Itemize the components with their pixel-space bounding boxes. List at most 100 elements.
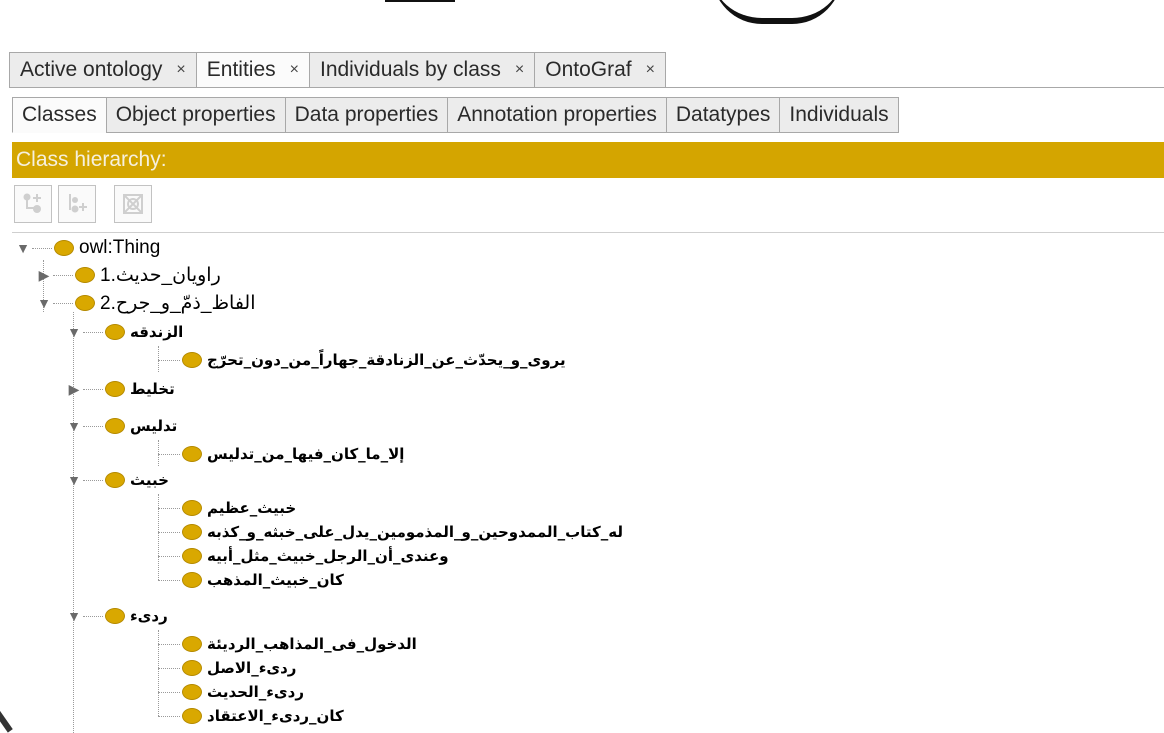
tree-node[interactable]: یروی_و_یحدّث_عن_الزنادقة_جهاراً_من_دون_ت…	[182, 348, 566, 372]
expand-arrow-icon[interactable]: ▼	[16, 240, 30, 256]
tree-connector	[83, 388, 103, 390]
expand-arrow-icon[interactable]: ▼	[67, 472, 81, 488]
tree-node[interactable]: ▶ 1.راویان_حدیث	[37, 263, 221, 287]
tab-individuals[interactable]: Individuals	[779, 97, 899, 133]
tree-node[interactable]: وعندی_أن_الرجل_خبیث_مثل_أبیه	[182, 544, 449, 568]
tree-guide	[73, 312, 74, 733]
tree-node-label: 1.راویان_حدیث	[100, 264, 221, 286]
tree-node[interactable]: ردیء_الحدیث	[182, 680, 304, 704]
tab-divider	[9, 87, 1164, 88]
class-icon	[105, 418, 125, 434]
close-icon[interactable]: ×	[515, 61, 524, 79]
tree-guide	[158, 494, 159, 580]
tree-node-label: یروی_و_یحدّث_عن_الزنادقة_جهاراً_من_دون_ت…	[207, 351, 566, 369]
collapse-arrow-icon[interactable]: ▶	[37, 267, 51, 284]
tree-node-label: ردیء_الحدیث	[207, 683, 305, 701]
tree-node[interactable]: ▼ تدلیس	[67, 414, 177, 438]
tree-connector	[158, 556, 180, 557]
delete-class-button[interactable]	[114, 185, 152, 223]
tree-connector	[158, 692, 180, 693]
collapse-arrow-icon[interactable]: ▶	[67, 381, 81, 398]
class-icon	[182, 660, 202, 676]
tree-node-label: ردیء	[130, 607, 168, 625]
tree-connector	[158, 532, 180, 533]
class-hierarchy-header: Class hierarchy:	[12, 142, 1164, 178]
tree-node[interactable]: خبیث_عظیم	[182, 496, 296, 520]
tree-connector	[158, 360, 180, 361]
tree-node[interactable]: له_کتاب_الممدوحین_و_المذمومین_یدل_علی_خب…	[182, 520, 623, 544]
tree-node[interactable]: ▼ ردیء	[67, 604, 168, 628]
close-icon[interactable]: ×	[290, 61, 299, 79]
page-artifacts	[0, 0, 1164, 40]
tree-node[interactable]: ▶ تخلیط	[67, 377, 175, 401]
tree-node-label: خبیث_عظیم	[207, 499, 297, 517]
tab-classes[interactable]: Classes	[12, 97, 107, 133]
tab-individuals-by-class[interactable]: Individuals by class ×	[308, 52, 536, 87]
class-icon	[182, 636, 202, 652]
tree-node[interactable]: ▼ الزندقه	[67, 320, 183, 344]
tree-node-label: تدلیس	[130, 417, 178, 435]
tree-connector	[83, 331, 103, 333]
class-icon	[54, 240, 74, 256]
tree-node-label: تخلیط	[130, 380, 175, 398]
entity-tab-bar: Classes Object properties Data propertie…	[12, 97, 899, 133]
tree-connector	[158, 716, 180, 717]
tab-active-ontology[interactable]: Active ontology ×	[9, 52, 197, 87]
class-icon	[182, 708, 202, 724]
tree-node-label: الدخول_فی_المذاهب_الردیئة	[207, 635, 417, 653]
tree-node[interactable]: الدخول_فی_المذاهب_الردیئة	[182, 632, 417, 656]
close-icon[interactable]: ×	[176, 61, 185, 79]
class-icon	[75, 267, 95, 283]
add-subclass-icon	[23, 193, 41, 213]
tree-connector	[83, 479, 103, 481]
class-icon	[182, 524, 202, 540]
tree-node-label: 2.الفاظ_ذمّ_و_جرح	[100, 292, 256, 314]
tree-connector	[158, 668, 180, 669]
toolbar-divider	[12, 232, 1164, 233]
scan-line	[385, 0, 455, 2]
tree-connector	[83, 615, 103, 617]
tree-node[interactable]: ردیء_الاصل	[182, 656, 296, 680]
tab-entities[interactable]: Entities ×	[195, 52, 310, 87]
tab-data-properties[interactable]: Data properties	[284, 97, 449, 133]
expand-arrow-icon[interactable]: ▼	[67, 324, 81, 340]
tree-node[interactable]: کان_خبیث_المذهب	[182, 568, 344, 592]
class-icon	[75, 295, 95, 311]
add-sibling-class-button[interactable]	[58, 185, 96, 223]
tree-node[interactable]: ▼ 2.الفاظ_ذمّ_و_جرح	[37, 291, 256, 315]
tree-node-label: خبیث	[130, 471, 169, 489]
add-sibling-class-icon	[69, 194, 87, 213]
expand-arrow-icon[interactable]: ▼	[67, 608, 81, 624]
tree-connector	[158, 580, 180, 581]
tree-node-label: کان_خبیث_المذهب	[207, 571, 344, 589]
tree-connector	[158, 644, 180, 645]
tree-guide	[158, 630, 159, 716]
class-icon	[182, 500, 202, 516]
tab-ontograf[interactable]: OntoGraf ×	[534, 52, 666, 87]
tree-node-label: الزندقه	[130, 323, 184, 341]
class-icon	[182, 684, 202, 700]
tree-node-label: وعندی_أن_الرجل_خبیث_مثل_أبیه	[207, 547, 449, 565]
tree-node-label: له_کتاب_الممدوحین_و_المذمومین_یدل_علی_خب…	[207, 523, 623, 541]
expand-arrow-icon[interactable]: ▼	[37, 295, 51, 311]
expand-arrow-icon[interactable]: ▼	[67, 418, 81, 434]
hierarchy-toolbar	[14, 185, 152, 225]
class-tree: ▼ owl:Thing ▶ 1.راویان_حدیث ▼ 2.الفاظ_ذم…	[12, 234, 1164, 733]
tab-object-properties[interactable]: Object properties	[105, 97, 286, 133]
tab-annotation-properties[interactable]: Annotation properties	[447, 97, 667, 133]
class-icon	[182, 572, 202, 588]
tree-node[interactable]: کان_ردیء_الاعتقاد	[182, 704, 344, 728]
tree-connector	[53, 302, 73, 304]
class-icon	[105, 608, 125, 624]
tree-node-root[interactable]: ▼ owl:Thing	[16, 236, 160, 260]
tree-node[interactable]: إلا_ما_کان_فیها_من_تدلیس	[182, 442, 404, 466]
tree-node[interactable]: ▼ خبیث	[67, 468, 169, 492]
main-tab-bar: Active ontology × Entities × Individuals…	[9, 52, 666, 87]
close-icon[interactable]: ×	[646, 61, 655, 79]
tab-datatypes[interactable]: Datatypes	[665, 97, 781, 133]
tree-guide	[158, 346, 159, 372]
tree-connector	[53, 274, 73, 276]
add-subclass-button[interactable]	[14, 185, 52, 223]
tab-label: Individuals by class	[319, 58, 501, 81]
tab-label: Entities	[206, 58, 276, 81]
